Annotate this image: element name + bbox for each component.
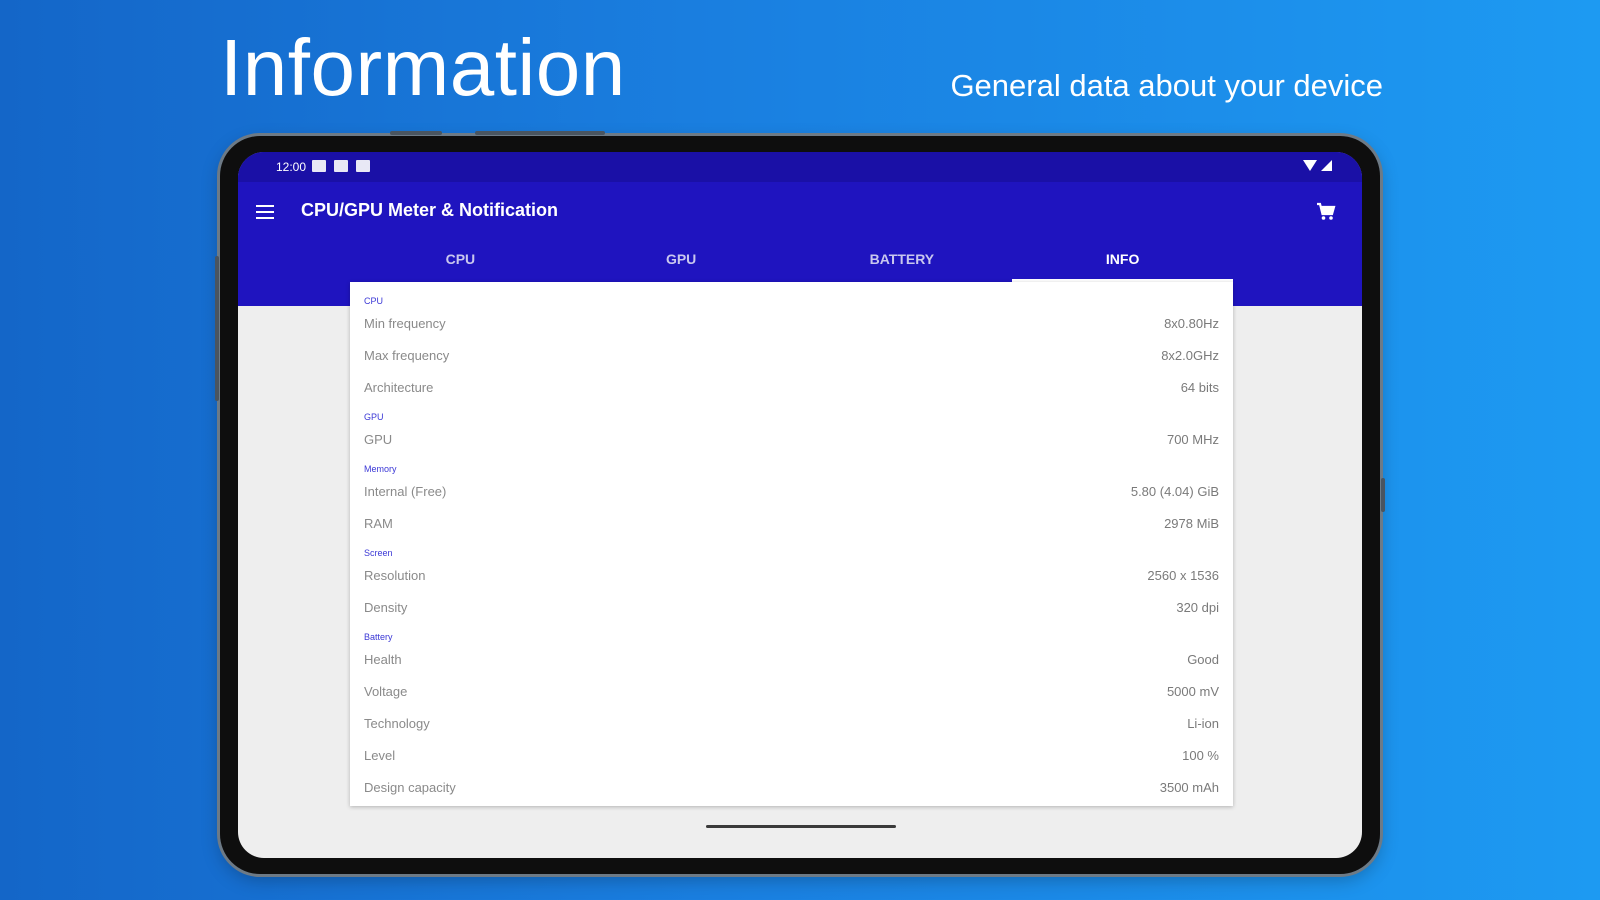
shopping-cart-icon[interactable] <box>1314 200 1338 224</box>
row-value: 8x2.0GHz <box>1161 348 1219 363</box>
section-title-gpu: GPU <box>364 412 384 422</box>
tab-bar: CPU GPU BATTERY INFO <box>350 236 1233 282</box>
tab-gpu[interactable]: GPU <box>571 236 792 282</box>
hamburger-menu-icon[interactable] <box>256 205 274 219</box>
home-indicator[interactable] <box>706 825 896 828</box>
row-label: RAM <box>364 516 393 531</box>
wifi-icon <box>1303 160 1317 171</box>
notification-icon <box>312 160 326 172</box>
status-right-icons <box>1303 160 1332 171</box>
signal-icon <box>1321 160 1332 171</box>
tablet-side-button-top-1 <box>390 131 442 135</box>
row-label: GPU <box>364 432 393 447</box>
row-label: Voltage <box>364 684 408 699</box>
row-label: Architecture <box>364 380 434 395</box>
row-label: Level <box>364 748 396 763</box>
notification-icon <box>334 160 348 172</box>
tablet-screen: 12:00 CPU/GPU Meter & Notification CPU G… <box>238 152 1362 858</box>
row-value: 700 MHz <box>1166 432 1219 447</box>
tab-cpu[interactable]: CPU <box>350 236 571 282</box>
hero-title: Information <box>220 23 626 112</box>
hero-subtitle: General data about your device <box>950 68 1383 103</box>
row-label: Resolution <box>364 568 426 583</box>
row-value: 320 dpi <box>1176 600 1219 615</box>
row-label: Internal (Free) <box>364 484 447 499</box>
row-value: 3500 mAh <box>1159 780 1219 795</box>
row-label: Min frequency <box>364 316 446 331</box>
status-notification-icons <box>312 160 370 172</box>
row-label: Technology <box>364 716 430 731</box>
row-value: Li-ion <box>1187 716 1219 731</box>
row-value: 5000 mV <box>1166 684 1219 699</box>
section-title-cpu: CPU <box>364 296 384 306</box>
app-title: CPU/GPU Meter & Notification <box>301 200 559 220</box>
row-value: 2560 x 1536 <box>1147 568 1219 583</box>
row-value: 8x0.80Hz <box>1164 316 1219 331</box>
tab-battery[interactable]: BATTERY <box>792 236 1013 282</box>
row-value: 64 bits <box>1180 380 1219 395</box>
status-bar: 12:00 <box>238 152 1362 182</box>
tablet-side-button-top-2 <box>475 131 605 135</box>
row-value: 100 % <box>1182 748 1219 763</box>
row-label: Max frequency <box>364 348 450 363</box>
row-label: Health <box>364 652 402 667</box>
tab-info[interactable]: INFO <box>1012 236 1233 282</box>
row-value: Good <box>1187 652 1219 667</box>
notification-icon <box>356 160 370 172</box>
tablet-side-button-right <box>1381 478 1385 512</box>
section-title-screen: Screen <box>364 548 393 558</box>
section-title-memory: Memory <box>364 464 397 474</box>
tablet-frame: 12:00 CPU/GPU Meter & Notification CPU G… <box>215 131 1385 874</box>
row-value: 2978 MiB <box>1164 516 1219 531</box>
row-label: Density <box>364 600 408 615</box>
info-card: CPU Min frequency 8x0.80Hz Max frequency… <box>350 282 1233 806</box>
tablet-side-button-left <box>215 256 219 401</box>
status-time: 12:00 <box>276 160 307 174</box>
row-value: 5.80 (4.04) GiB <box>1130 484 1219 499</box>
row-label: Design capacity <box>364 780 456 795</box>
section-title-battery: Battery <box>364 632 393 642</box>
